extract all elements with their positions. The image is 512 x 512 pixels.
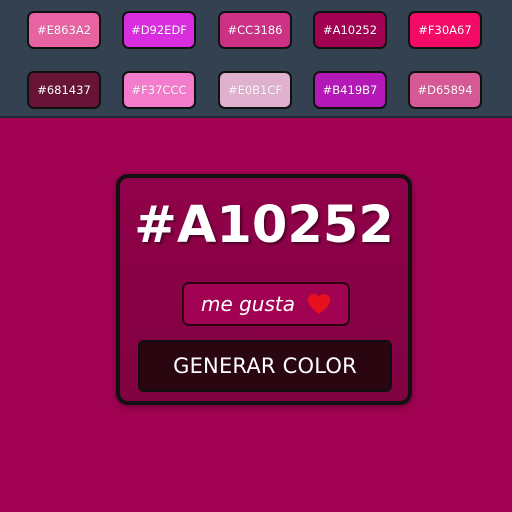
like-button-label: me gusta [200, 292, 296, 316]
palette-swatch[interactable]: #E0B1CF [218, 71, 292, 109]
palette-swatch[interactable]: #F30A67 [408, 11, 482, 49]
palette-swatch[interactable]: #E863A2 [27, 11, 101, 49]
palette-swatch[interactable]: #B419B7 [313, 71, 387, 109]
current-color-hex: #A10252 [134, 196, 394, 255]
like-button[interactable]: me gusta [182, 282, 350, 326]
palette-swatch[interactable]: #681437 [27, 71, 101, 109]
palette-swatch[interactable]: #D92EDF [122, 11, 196, 49]
heart-icon [307, 293, 331, 315]
palette-swatch[interactable]: #CC3186 [218, 11, 292, 49]
generate-color-button[interactable]: GENERAR COLOR [138, 340, 392, 392]
palette-swatch[interactable]: #D65894 [408, 71, 482, 109]
palette-bar: #E863A2 #D92EDF #CC3186 #A10252 #F30A67 … [0, 0, 512, 118]
color-card: #A10252 me gusta GENERAR COLOR [116, 174, 412, 405]
palette-swatch[interactable]: #A10252 [313, 11, 387, 49]
palette-swatch[interactable]: #F37CCC [122, 71, 196, 109]
